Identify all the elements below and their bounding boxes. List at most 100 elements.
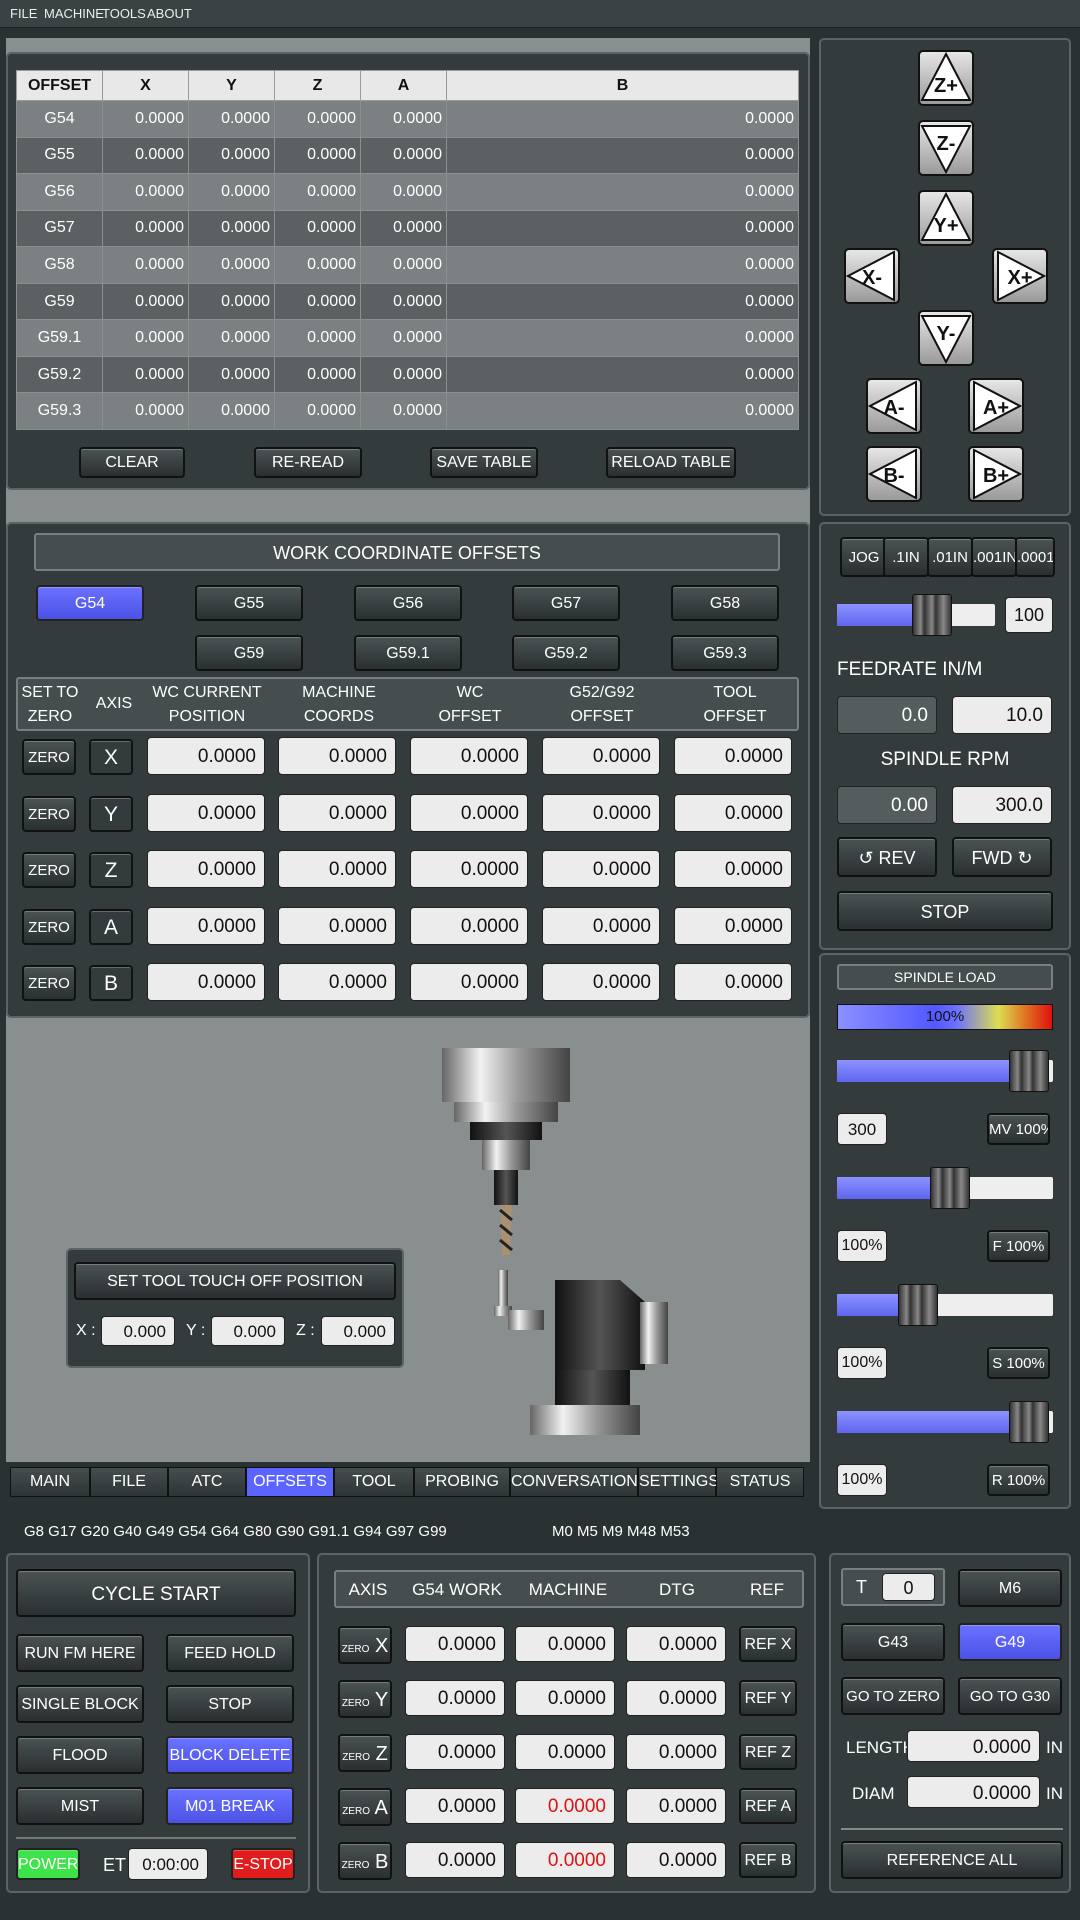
- offset-value-cell[interactable]: 0.0000: [102, 246, 189, 284]
- offset-value-cell[interactable]: 0.0000: [274, 209, 361, 248]
- spindle-override-button[interactable]: S 100%: [987, 1347, 1050, 1379]
- offset-value-cell[interactable]: 0.0000: [274, 319, 361, 357]
- jog-increment-button[interactable]: .0001: [1015, 537, 1055, 577]
- offset-value-cell[interactable]: 0.0000: [446, 392, 799, 430]
- feed-override-slider[interactable]: [837, 1167, 1053, 1209]
- offset-value-cell[interactable]: 0.0000: [274, 100, 361, 138]
- reference-all-button[interactable]: REFERENCE ALL: [841, 1841, 1063, 1879]
- cycle-start-button[interactable]: CYCLE START: [16, 1569, 296, 1617]
- dro-work-field[interactable]: 0.0000: [405, 1734, 505, 1770]
- jog-yp-button[interactable]: Y+: [918, 190, 974, 246]
- go-to-zero-button[interactable]: GO TO ZERO: [841, 1677, 945, 1715]
- spindle-override-slider[interactable]: [837, 1284, 1053, 1326]
- offset-value-cell[interactable]: 0.0000: [446, 209, 799, 248]
- load-max-slider[interactable]: [837, 1050, 1053, 1092]
- offset-value-cell[interactable]: 0.0000: [274, 246, 361, 284]
- tab-probing[interactable]: PROBING: [414, 1467, 510, 1497]
- table-row[interactable]: G54 0.0000 0.0000 0.0000 0.0000 0.0000: [16, 100, 799, 138]
- table-row[interactable]: G59 0.0000 0.0000 0.0000 0.0000 0.0000: [16, 282, 799, 321]
- dro-work-field[interactable]: 0.0000: [405, 1842, 505, 1878]
- wco-value-field[interactable]: 0.0000: [147, 963, 265, 1001]
- table-row[interactable]: G58 0.0000 0.0000 0.0000 0.0000 0.0000: [16, 246, 799, 284]
- jog-ym-button[interactable]: Y-: [918, 310, 974, 366]
- single-block-button[interactable]: SINGLE BLOCK: [16, 1685, 144, 1723]
- wco-select-g54[interactable]: G54: [36, 585, 144, 621]
- table-row[interactable]: G59.2 0.0000 0.0000 0.0000 0.0000 0.0000: [16, 355, 799, 394]
- offset-value-cell[interactable]: 0.0000: [360, 209, 447, 248]
- jog-bm-button[interactable]: B-: [866, 446, 922, 502]
- offset-value-cell[interactable]: 0.0000: [360, 246, 447, 284]
- clear-button[interactable]: CLEAR: [79, 447, 185, 478]
- tab-status[interactable]: STATUS: [716, 1467, 804, 1497]
- wco-value-field[interactable]: 0.0000: [147, 850, 265, 888]
- ref-b-button[interactable]: REF B: [739, 1842, 797, 1878]
- table-row[interactable]: G56 0.0000 0.0000 0.0000 0.0000 0.0000: [16, 173, 799, 211]
- tab-atc[interactable]: ATC: [168, 1467, 246, 1497]
- touch-y-field[interactable]: 0.000: [211, 1316, 285, 1346]
- dro-work-field[interactable]: 0.0000: [405, 1788, 505, 1824]
- spindle-rev-button[interactable]: ↺ REV: [837, 837, 937, 877]
- rapid-override-button[interactable]: R 100%: [987, 1464, 1050, 1496]
- menu-machine[interactable]: MACHINE: [44, 6, 104, 21]
- dro-work-field[interactable]: 0.0000: [405, 1626, 505, 1662]
- offset-value-cell[interactable]: 0.0000: [188, 136, 275, 175]
- mv-override-button[interactable]: MV 100%: [987, 1113, 1050, 1145]
- m01-break-button[interactable]: M01 BREAK: [166, 1787, 294, 1825]
- wco-value-field[interactable]: 0.0000: [410, 963, 528, 1001]
- offset-value-cell[interactable]: 0.0000: [188, 100, 275, 138]
- wco-select-g55[interactable]: G55: [195, 585, 303, 621]
- tool-length-field[interactable]: 0.0000: [907, 1730, 1040, 1762]
- wco-value-field[interactable]: 0.0000: [410, 906, 528, 945]
- offset-value-cell[interactable]: 0.0000: [188, 173, 275, 211]
- wco-select-g56[interactable]: G56: [354, 585, 462, 621]
- offset-value-cell[interactable]: 0.0000: [102, 282, 189, 321]
- offset-value-cell[interactable]: 0.0000: [446, 100, 799, 138]
- tab-main[interactable]: MAIN: [10, 1467, 90, 1497]
- tab-conversational[interactable]: CONVERSATIONAL: [510, 1467, 657, 1497]
- offset-value-cell[interactable]: 0.0000: [102, 173, 189, 211]
- stop-button[interactable]: STOP: [166, 1685, 294, 1723]
- jog-increment-button[interactable]: .1IN: [883, 537, 929, 577]
- reload-table-button[interactable]: RELOAD TABLE: [606, 447, 736, 478]
- offset-value-cell[interactable]: 0.0000: [102, 136, 189, 175]
- flood-button[interactable]: FLOOD: [16, 1736, 144, 1774]
- zero-y-button[interactable]: ZERO: [22, 795, 76, 832]
- spindle-fwd-button[interactable]: FWD ↻: [952, 837, 1052, 877]
- jog-rate-value[interactable]: 100: [1005, 597, 1053, 633]
- jog-ap-button[interactable]: A+: [968, 378, 1024, 434]
- dro-zero-x-button[interactable]: ZERO X: [338, 1626, 392, 1664]
- menu-about[interactable]: ABOUT: [147, 6, 192, 21]
- dro-zero-z-button[interactable]: ZERO Z: [338, 1734, 392, 1772]
- zero-z-button[interactable]: ZERO: [22, 852, 76, 888]
- jog-xm-button[interactable]: X-: [844, 248, 900, 304]
- offset-value-cell[interactable]: 0.0000: [188, 355, 275, 394]
- wco-value-field[interactable]: 0.0000: [147, 906, 265, 945]
- offset-value-cell[interactable]: 0.0000: [360, 355, 447, 394]
- ref-z-button[interactable]: REF Z: [739, 1734, 797, 1770]
- offset-value-cell[interactable]: 0.0000: [102, 209, 189, 248]
- wco-value-field[interactable]: 0.0000: [410, 737, 528, 775]
- offset-value-cell[interactable]: 0.0000: [360, 392, 447, 430]
- go-to-g30-button[interactable]: GO TO G30: [958, 1677, 1062, 1715]
- offset-value-cell[interactable]: 0.0000: [102, 355, 189, 394]
- spindle-stop-button[interactable]: STOP: [837, 891, 1053, 931]
- jog-slider[interactable]: [837, 594, 995, 636]
- offset-value-cell[interactable]: 0.0000: [360, 173, 447, 211]
- wco-value-field[interactable]: 0.0000: [147, 737, 265, 775]
- offset-value-cell[interactable]: 0.0000: [274, 136, 361, 175]
- offset-value-cell[interactable]: 0.0000: [446, 282, 799, 321]
- wco-select-g58[interactable]: G58: [671, 585, 779, 621]
- offset-value-cell[interactable]: 0.0000: [102, 319, 189, 357]
- touch-z-field[interactable]: 0.000: [321, 1316, 395, 1346]
- table-row[interactable]: G59.1 0.0000 0.0000 0.0000 0.0000 0.0000: [16, 319, 799, 357]
- offset-value-cell[interactable]: 0.0000: [188, 209, 275, 248]
- offset-value-cell[interactable]: 0.0000: [102, 392, 189, 430]
- wco-select-g59[interactable]: G59: [195, 635, 303, 671]
- ref-x-button[interactable]: REF X: [739, 1626, 797, 1662]
- jog-increment-button[interactable]: .001IN: [971, 537, 1017, 577]
- rapid-override-slider[interactable]: [837, 1401, 1053, 1443]
- offset-value-cell[interactable]: 0.0000: [360, 319, 447, 357]
- dro-zero-b-button[interactable]: ZERO B: [338, 1842, 392, 1880]
- menu-file[interactable]: FILE: [10, 6, 37, 21]
- touch-x-field[interactable]: 0.000: [101, 1316, 175, 1346]
